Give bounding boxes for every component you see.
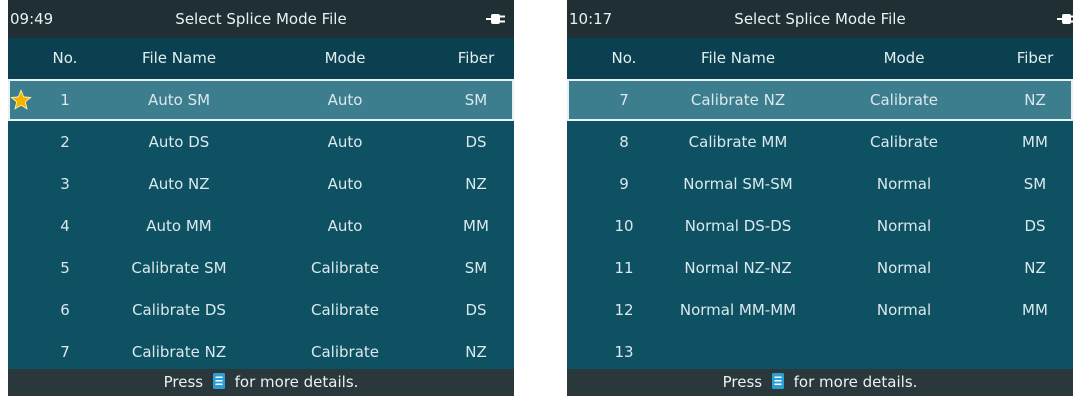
row-number: 5 — [60, 259, 70, 277]
fiber-value: SM — [1023, 175, 1047, 193]
mode-value: Normal — [876, 175, 932, 193]
file-name: Calibrate DS — [132, 301, 226, 319]
table-row[interactable]: 13 — [567, 331, 1073, 373]
row-number: 6 — [60, 301, 70, 319]
file-name: Normal MM-MM — [679, 301, 797, 319]
mode-value: Calibrate — [870, 91, 938, 109]
mode-value: Calibrate — [870, 133, 938, 151]
footer-text-before: Press — [163, 373, 204, 391]
file-name: Normal SM-SM — [683, 175, 793, 193]
row-number: 4 — [60, 217, 70, 235]
splice-mode-screen-1: 09:49 Select Splice Mode File No. File N… — [8, 0, 514, 396]
mode-value — [829, 331, 979, 373]
fiber-value: DS — [465, 301, 487, 319]
table-header: No. File Name Mode Fiber — [567, 38, 1073, 79]
table-header: No. File Name Mode Fiber — [8, 38, 514, 79]
file-name: Calibrate MM — [688, 133, 788, 151]
mode-value: Calibrate — [311, 343, 379, 361]
file-name: Auto MM — [146, 217, 212, 235]
column-header-no: No. — [52, 49, 78, 67]
splice-mode-screen-2: 10:17 Select Splice Mode File No. File N… — [567, 0, 1073, 396]
mode-value: Normal — [876, 301, 932, 319]
mode-value: Normal — [876, 259, 932, 277]
row-number: 8 — [619, 133, 629, 151]
screen-title: Select Splice Mode File — [734, 10, 906, 28]
row-number: 10 — [614, 217, 634, 235]
file-name: Auto SM — [147, 91, 211, 109]
footer-text-before: Press — [722, 373, 763, 391]
row-number: 2 — [60, 133, 70, 151]
row-number: 3 — [60, 175, 70, 193]
column-header-mode: Mode — [883, 49, 925, 67]
mode-value: Auto — [327, 133, 363, 151]
power-plug-icon — [1057, 14, 1073, 24]
mode-value: Normal — [876, 217, 932, 235]
fiber-value: DS — [465, 133, 487, 151]
mode-value: Auto — [327, 175, 363, 193]
table-row[interactable]: 10 Normal DS-DS Normal DS — [567, 205, 1073, 247]
column-header-file-name: File Name — [700, 49, 776, 67]
column-header-no: No. — [611, 49, 637, 67]
document-icon — [771, 373, 784, 389]
mode-value: Auto — [327, 91, 363, 109]
column-header-fiber: Fiber — [1016, 49, 1054, 67]
fiber-value: NZ — [1024, 259, 1046, 277]
file-name: Normal DS-DS — [684, 217, 792, 235]
file-name: Normal NZ-NZ — [684, 259, 792, 277]
fiber-value: NZ — [1024, 91, 1046, 109]
column-header-fiber: Fiber — [457, 49, 495, 67]
document-icon — [212, 373, 225, 389]
file-name: Calibrate SM — [131, 259, 227, 277]
fiber-value: SM — [464, 91, 488, 109]
footer-text-after: for more details. — [234, 373, 359, 391]
fiber-value: MM — [1022, 301, 1048, 319]
title-bar: 10:17 Select Splice Mode File — [567, 0, 1073, 38]
file-list: 1 Auto SM Auto SM 2 Auto DS Auto DS 3 Au… — [8, 79, 514, 373]
table-row[interactable]: 8 Calibrate MM Calibrate MM — [567, 121, 1073, 163]
table-row[interactable]: 6 Calibrate DS Calibrate DS — [8, 289, 514, 331]
table-row[interactable]: 12 Normal MM-MM Normal MM — [567, 289, 1073, 331]
row-number: 1 — [60, 91, 70, 109]
power-plug-icon — [486, 14, 505, 24]
row-number: 7 — [60, 343, 70, 361]
table-row[interactable]: 3 Auto NZ Auto NZ — [8, 163, 514, 205]
row-number: 9 — [619, 175, 629, 193]
row-number: 13 — [614, 343, 634, 361]
fiber-value: MM — [463, 217, 489, 235]
fiber-value: MM — [1022, 133, 1048, 151]
row-number: 11 — [614, 259, 634, 277]
fiber-value: DS — [1024, 217, 1046, 235]
fiber-value: NZ — [465, 343, 487, 361]
footer-text-after: for more details. — [793, 373, 918, 391]
table-row[interactable]: 4 Auto MM Auto MM — [8, 205, 514, 247]
column-header-file-name: File Name — [141, 49, 217, 67]
footer-hint: Press for more details. — [8, 369, 514, 396]
file-name: Calibrate NZ — [131, 343, 227, 361]
row-number: 7 — [619, 91, 629, 109]
file-name: Calibrate NZ — [690, 91, 786, 109]
table-row[interactable]: 7 Calibrate NZ Calibrate NZ — [8, 331, 514, 373]
table-row[interactable]: 7 Calibrate NZ Calibrate NZ — [567, 79, 1073, 121]
row-number: 12 — [614, 301, 634, 319]
mode-value: Calibrate — [311, 301, 379, 319]
table-row[interactable]: 1 Auto SM Auto SM — [8, 79, 514, 121]
table-row[interactable]: 5 Calibrate SM Calibrate SM — [8, 247, 514, 289]
file-name — [653, 331, 823, 373]
fiber-value — [997, 331, 1073, 373]
table-row[interactable]: 2 Auto DS Auto DS — [8, 121, 514, 163]
table-row[interactable]: 9 Normal SM-SM Normal SM — [567, 163, 1073, 205]
file-name: Auto DS — [148, 133, 210, 151]
file-list: 7 Calibrate NZ Calibrate NZ 8 Calibrate … — [567, 79, 1073, 373]
screen-title: Select Splice Mode File — [175, 10, 347, 28]
title-bar: 09:49 Select Splice Mode File — [8, 0, 514, 38]
fiber-value: SM — [464, 259, 488, 277]
table-row[interactable]: 11 Normal NZ-NZ Normal NZ — [567, 247, 1073, 289]
fiber-value: NZ — [465, 175, 487, 193]
mode-value: Auto — [327, 217, 363, 235]
mode-value: Calibrate — [311, 259, 379, 277]
column-header-mode: Mode — [324, 49, 366, 67]
star-icon — [10, 89, 32, 110]
footer-hint: Press for more details. — [567, 369, 1073, 396]
file-name: Auto NZ — [148, 175, 210, 193]
